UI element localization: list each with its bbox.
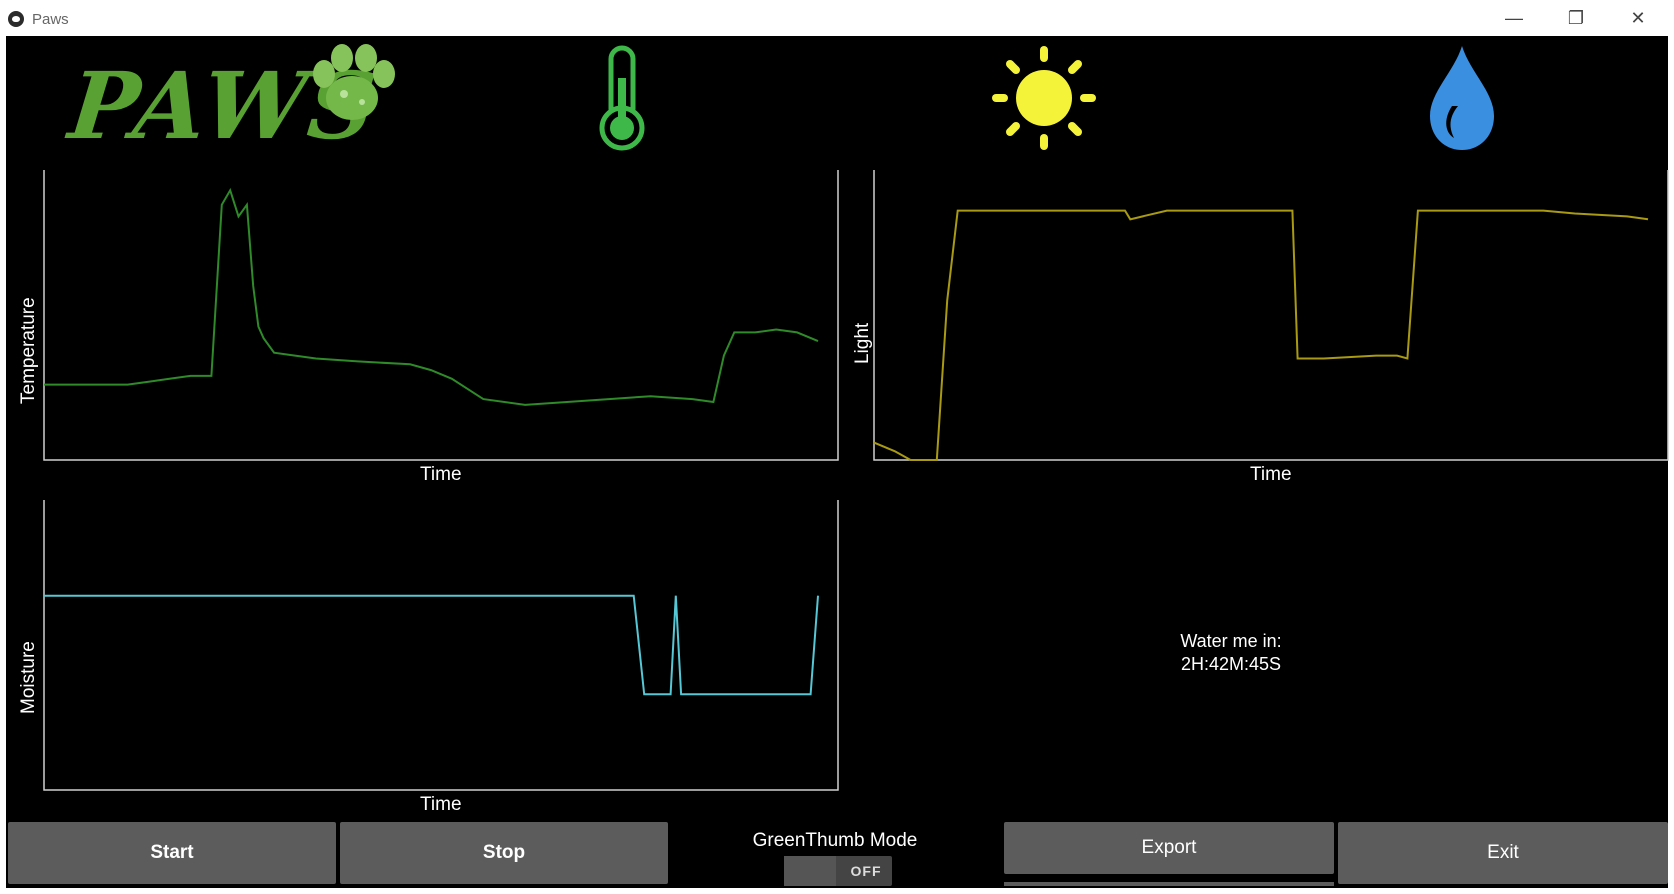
close-button[interactable]: ✕ <box>1610 0 1666 36</box>
moisture-line <box>44 594 819 696</box>
exit-button[interactable]: Exit <box>1338 822 1668 884</box>
stop-button[interactable]: Stop <box>340 822 668 884</box>
light-xlabel: Time <box>1250 464 1292 485</box>
light-line <box>873 209 1649 461</box>
temperature-chart: Time Temperature <box>18 164 840 494</box>
temperature-ylabel: Temperature <box>18 297 39 404</box>
paw-icon <box>313 44 395 120</box>
minimize-button[interactable]: — <box>1486 0 1542 36</box>
plot-axes <box>873 170 1669 461</box>
water-countdown-value: 2H:42M:45S <box>1180 654 1282 674</box>
light-plot <box>873 170 1669 461</box>
temperature-plot <box>43 170 839 461</box>
temperature-xlabel: Time <box>420 464 462 485</box>
moisture-ylabel: Moisture <box>18 641 39 714</box>
plot-axes <box>43 170 839 461</box>
app-icon <box>8 11 24 27</box>
window-title: Paws <box>32 11 69 28</box>
thermometer-icon <box>599 45 645 151</box>
light-ylabel: Light <box>852 322 873 364</box>
toggle-state: OFF <box>850 863 882 879</box>
water-drop-icon <box>1430 46 1494 150</box>
start-button[interactable]: Start <box>8 822 336 884</box>
maximize-button[interactable]: ❐ <box>1548 0 1604 36</box>
greenthumb-mode-label: GreenThumb Mode <box>752 830 918 851</box>
moisture-plot <box>43 500 839 791</box>
moisture-xlabel: Time <box>420 794 462 815</box>
greenthumb-toggle[interactable]: OFF <box>784 856 892 886</box>
app-area: PAWS Time Temperature Time Light Time Mo… <box>6 36 1670 888</box>
water-countdown: Water me in: 2H:42M:45S <box>1116 630 1346 676</box>
sun-icon <box>992 46 1096 150</box>
temperature-line <box>44 187 819 406</box>
export-button[interactable]: Export <box>1004 822 1334 874</box>
moisture-chart: Time Moisture <box>18 494 840 824</box>
window-titlebar: Paws — ❐ ✕ <box>0 0 1674 36</box>
water-label: Water me in: <box>1180 631 1282 651</box>
plot-axes <box>43 500 839 791</box>
toggle-knob <box>784 856 836 886</box>
export-underline <box>1004 882 1334 886</box>
light-chart: Time Light <box>852 164 1670 494</box>
